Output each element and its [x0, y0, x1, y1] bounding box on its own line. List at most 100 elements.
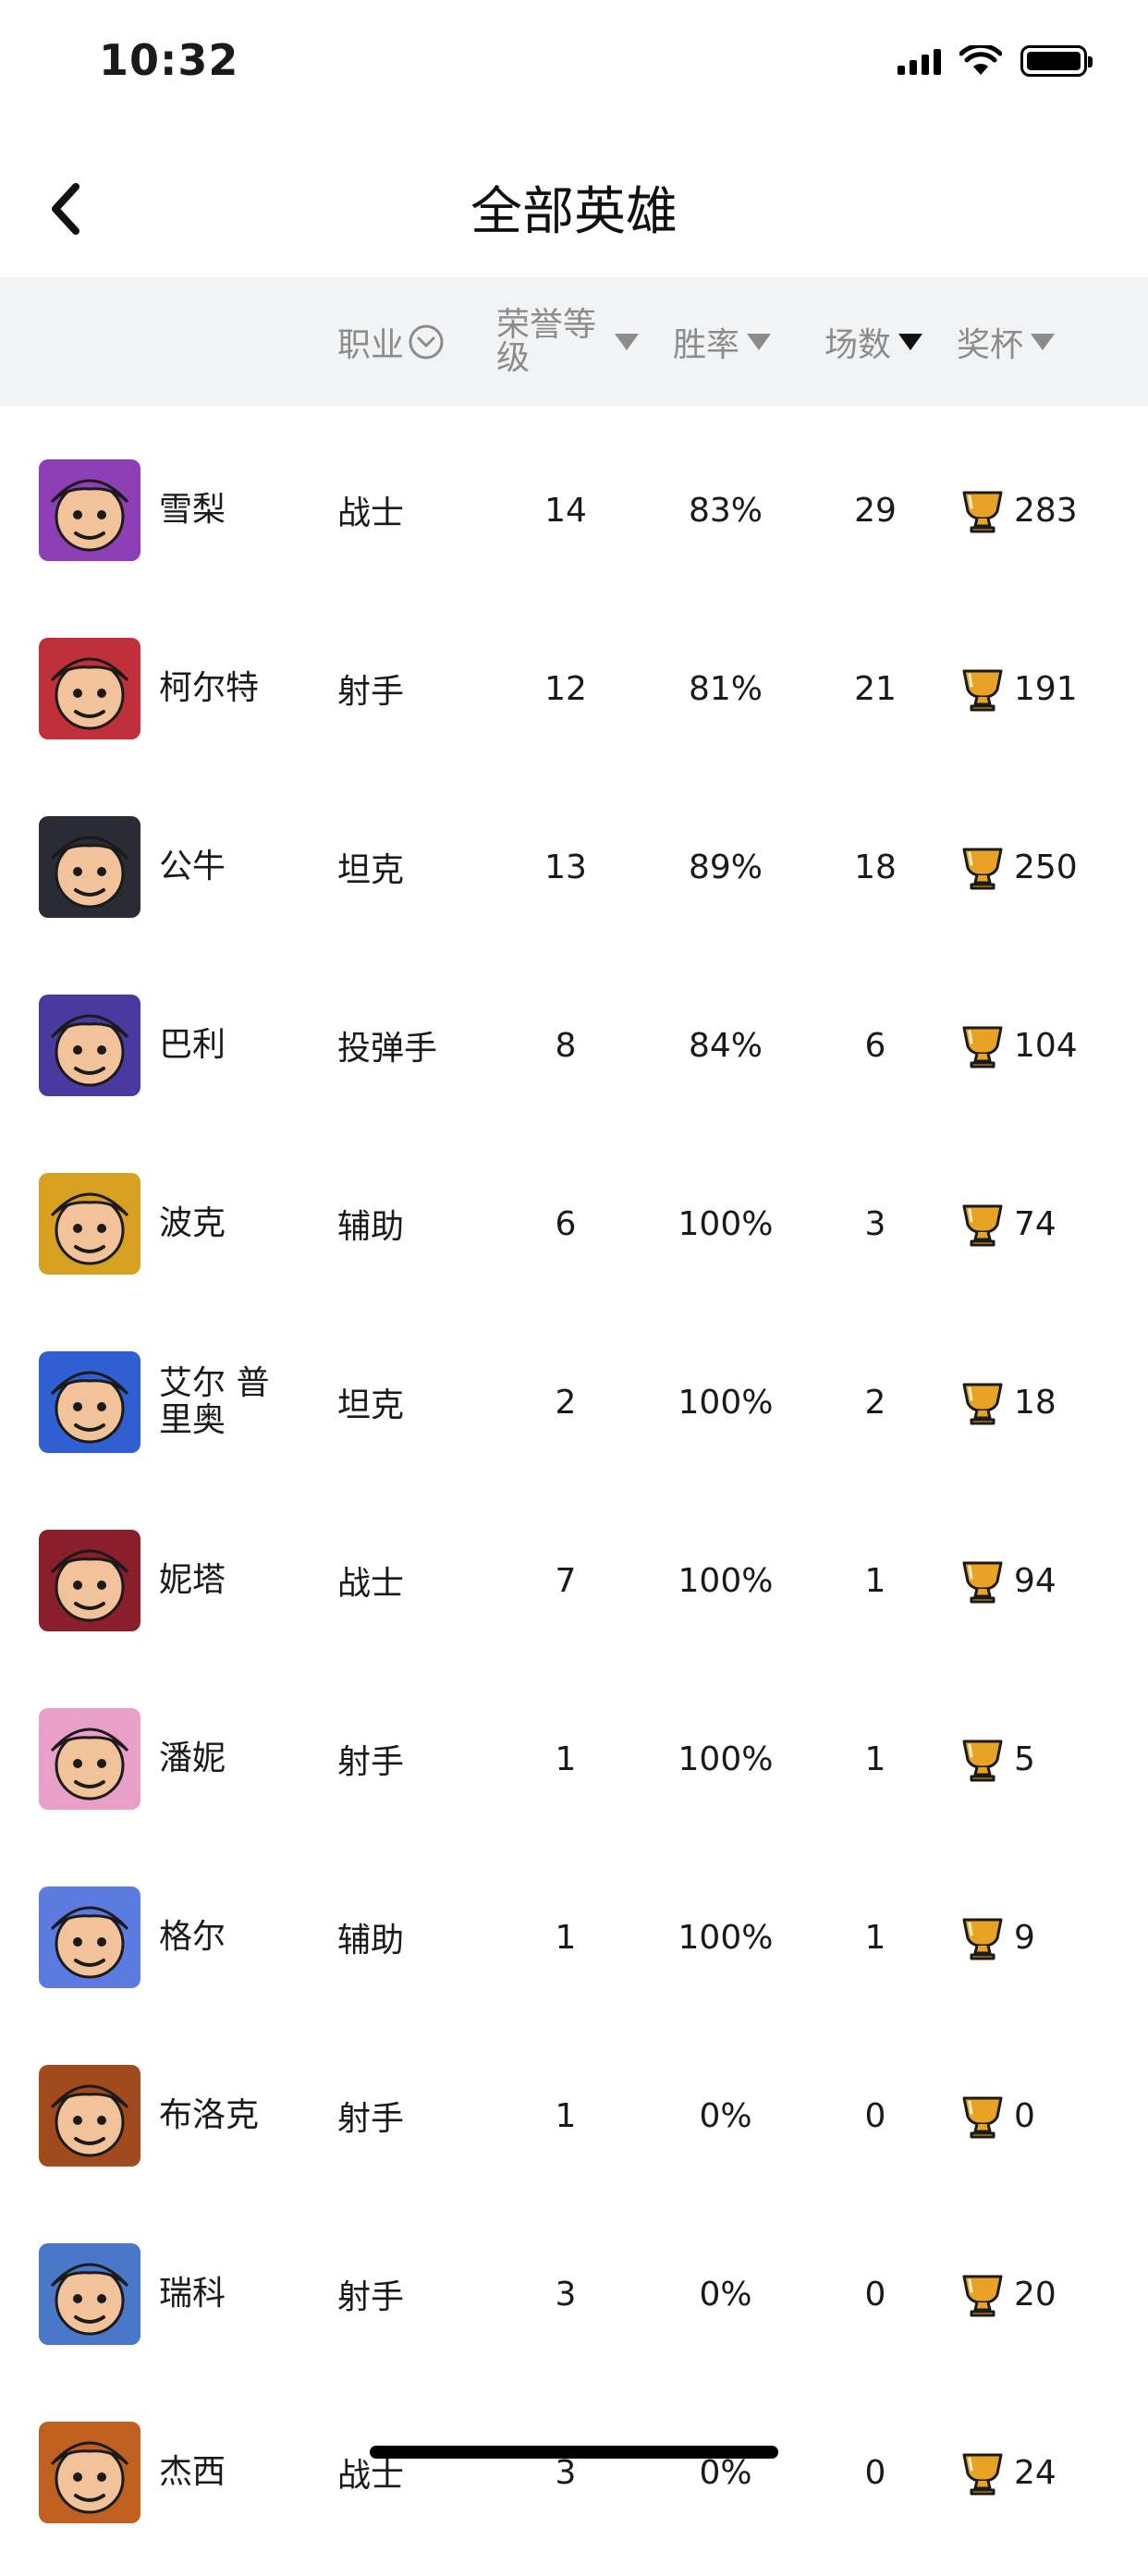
cellular-signal-icon [898, 47, 941, 75]
hero-name: 艾尔 普里奥 [159, 1364, 270, 1439]
hero-role: 射手 [337, 2100, 405, 2138]
column-role-label: 职业 [337, 326, 405, 364]
hero-role: 辅助 [337, 1922, 405, 1959]
trophy-icon [962, 1740, 1003, 1782]
hero-name: 格尔 [159, 1918, 226, 1956]
status-time: 10:32 [99, 35, 239, 85]
hero-name: 公牛 [159, 848, 226, 885]
hero-name: 布洛克 [159, 2096, 260, 2134]
column-trophies-sort[interactable]: 奖杯 [957, 277, 1056, 407]
hero-winrate: 100% [678, 1561, 774, 1600]
hero-games: 1 [864, 1561, 886, 1600]
hero-games: 0 [864, 2096, 886, 2135]
hero-trophies: 20 [957, 2191, 1056, 2398]
hero-role: 战士 [337, 1565, 405, 1603]
hero-trophy-count: 20 [1014, 2275, 1056, 2314]
hero-winrate: 100% [678, 1383, 774, 1422]
trophy-icon [962, 1383, 1003, 1425]
hero-name: 瑞科 [159, 2275, 226, 2313]
hero-role: 战士 [337, 494, 405, 532]
status-bar: 10:32 [0, 0, 1148, 124]
hero-games: 3 [864, 1204, 886, 1243]
hero-row[interactable]: 柯尔特 射手 12 81% 21 191 [0, 585, 1148, 763]
hero-avatar [39, 459, 140, 561]
trophy-icon [962, 2096, 1003, 2139]
hero-row[interactable]: 巴利 投弹手 8 84% 6 104 [0, 942, 1148, 1120]
wifi-icon [959, 45, 1002, 75]
hero-games: 18 [854, 848, 897, 886]
column-games-sort[interactable]: 场数 [824, 277, 923, 407]
hero-winrate: 84% [688, 1026, 763, 1065]
hero-honor-level: 2 [555, 1383, 577, 1422]
hero-row[interactable]: 波克 辅助 6 100% 3 74 [0, 1120, 1148, 1299]
hero-games: 6 [864, 1026, 886, 1065]
hero-row[interactable]: 格尔 辅助 1 100% 1 9 [0, 1834, 1148, 2012]
table-header: 职业 荣誉等级 胜率 场数 奖杯 [0, 277, 1148, 407]
hero-trophy-count: 0 [1014, 2096, 1035, 2135]
hero-row[interactable]: 公牛 坦克 13 89% 18 250 [0, 763, 1148, 942]
column-winrate-label: 胜率 [673, 326, 740, 364]
hero-trophies: 5 [957, 1655, 1035, 1862]
hero-name: 巴利 [159, 1026, 226, 1064]
sort-caret-icon [1031, 334, 1056, 350]
hero-avatar [39, 1708, 140, 1810]
hero-name: 杰西 [159, 2453, 226, 2491]
hero-trophies: 104 [957, 942, 1078, 1149]
hero-name: 波克 [159, 1204, 226, 1242]
hero-name: 柯尔特 [159, 669, 260, 707]
hero-winrate: 100% [678, 1740, 774, 1778]
hero-trophies: 18 [957, 1299, 1056, 1506]
hero-avatar [39, 638, 140, 739]
hero-trophies: 9 [957, 1834, 1035, 2041]
hero-games: 29 [854, 491, 897, 530]
hero-trophy-count: 5 [1014, 1740, 1035, 1778]
trophy-icon [962, 1561, 1003, 1604]
hero-honor-level: 7 [555, 1561, 577, 1600]
home-indicator [370, 2446, 778, 2459]
hero-avatar [39, 2065, 140, 2167]
hero-name: 雪梨 [159, 491, 226, 529]
hero-trophy-count: 94 [1014, 1561, 1056, 1600]
hero-row[interactable]: 潘妮 射手 1 100% 1 5 [0, 1655, 1148, 1834]
hero-honor-level: 3 [555, 2275, 577, 2314]
hero-trophy-count: 191 [1014, 669, 1078, 708]
hero-trophy-count: 250 [1014, 848, 1078, 886]
column-winrate-sort[interactable]: 胜率 [673, 277, 772, 407]
hero-winrate: 0% [699, 2096, 752, 2135]
hero-honor-level: 13 [544, 848, 587, 886]
hero-avatar [39, 1530, 140, 1631]
trophy-icon [962, 1918, 1003, 1960]
hero-avatar [39, 2243, 140, 2345]
hero-role: 投弹手 [337, 1030, 438, 1068]
hero-row[interactable]: 雪梨 战士 14 83% 29 283 [0, 407, 1148, 585]
hero-honor-level: 8 [555, 1026, 577, 1065]
hero-trophy-count: 24 [1014, 2453, 1056, 2492]
hero-avatar [39, 995, 140, 1096]
trophy-icon [962, 2275, 1003, 2317]
hero-row[interactable]: 艾尔 普里奥 坦克 2 100% 2 18 [0, 1299, 1148, 1477]
hero-winrate: 89% [688, 848, 763, 886]
hero-games: 0 [864, 2453, 886, 2492]
hero-trophies: 74 [957, 1120, 1056, 1327]
hero-role: 战士 [337, 2457, 405, 2495]
hero-winrate: 0% [699, 2275, 752, 2314]
hero-role: 坦克 [337, 851, 405, 889]
column-honor-sort[interactable]: 荣誉等级 [496, 277, 639, 407]
column-role-filter[interactable]: 职业 [337, 277, 445, 407]
hero-games: 2 [864, 1383, 886, 1422]
hero-games: 1 [864, 1740, 886, 1778]
hero-honor-level: 1 [555, 1918, 577, 1957]
status-icons [898, 43, 1093, 79]
hero-row[interactable]: 布洛克 射手 1 0% 0 0 [0, 2012, 1148, 2191]
hero-row[interactable]: 瑞科 射手 3 0% 0 20 [0, 2191, 1148, 2369]
hero-trophies: 283 [957, 407, 1078, 614]
page-title: 全部英雄 [470, 182, 678, 242]
hero-row[interactable]: 妮塔 战士 7 100% 1 94 [0, 1477, 1148, 1655]
trophy-icon [962, 669, 1003, 712]
hero-winrate: 0% [699, 2453, 752, 2492]
hero-honor-level: 12 [544, 669, 587, 708]
hero-trophies: 191 [957, 585, 1078, 792]
hero-trophy-count: 9 [1014, 1918, 1035, 1957]
hero-winrate: 83% [688, 491, 763, 530]
chevron-down-circle-icon [409, 324, 444, 360]
